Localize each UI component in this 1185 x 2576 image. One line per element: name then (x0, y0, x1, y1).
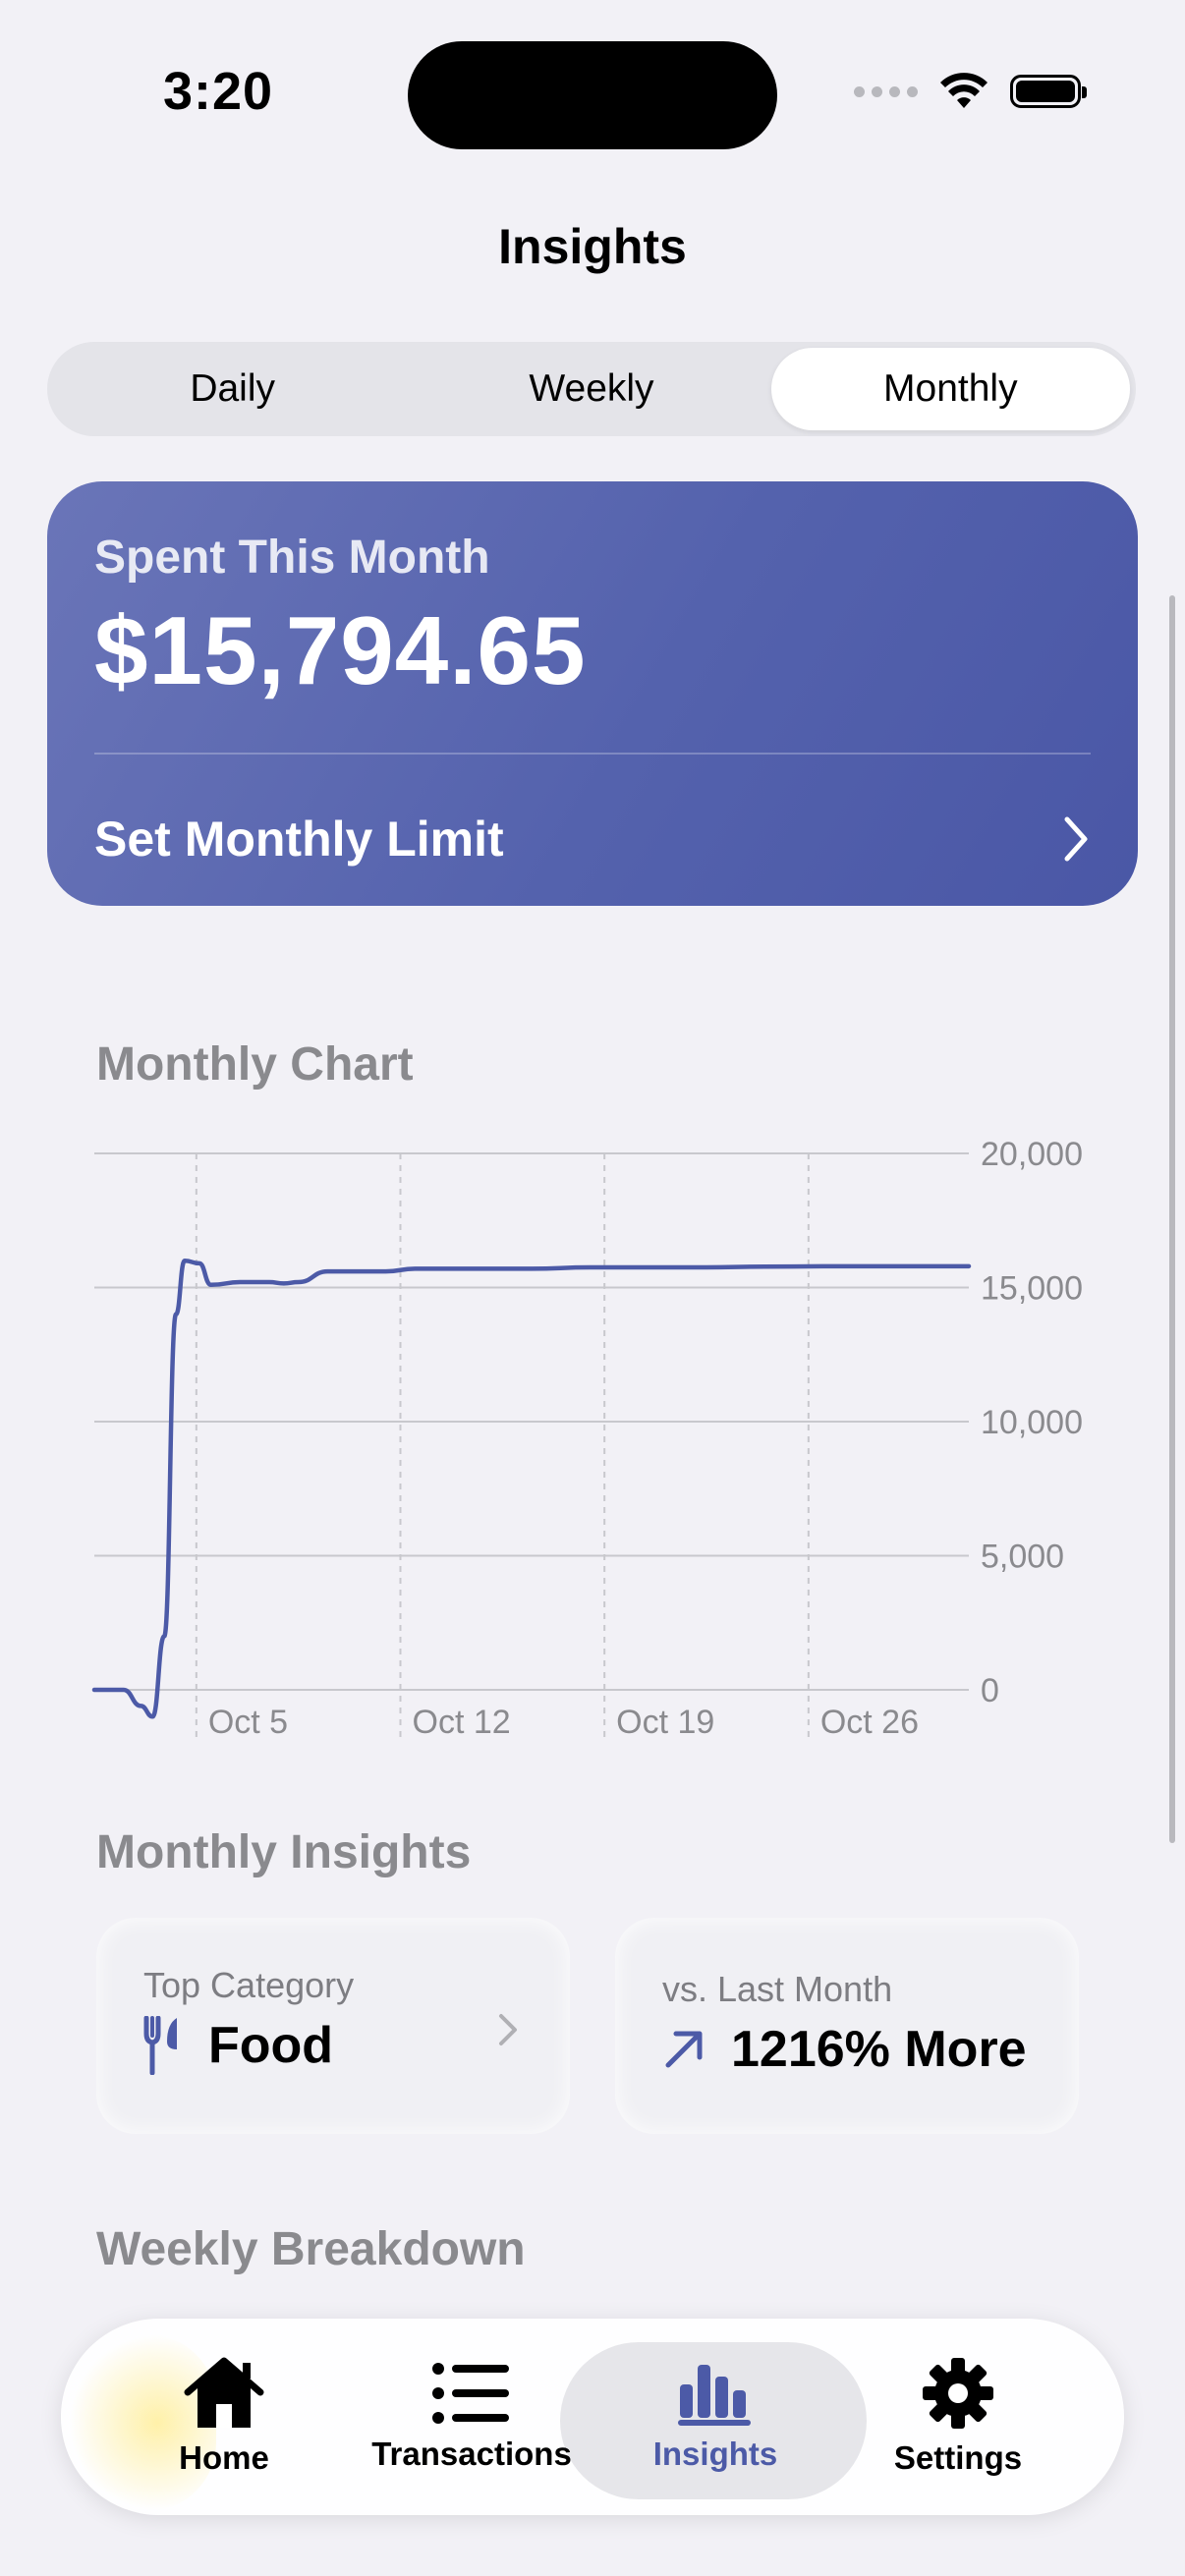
series-line (91, 1258, 972, 1719)
insights-section-title: Monthly Insights (96, 1826, 472, 1878)
tab-transactions[interactable]: Transactions (371, 2319, 572, 2515)
weekly-section-title: Weekly Breakdown (96, 2223, 526, 2275)
list-icon (432, 2363, 509, 2424)
gear-icon (923, 2358, 993, 2429)
top-category-value: Food (208, 2017, 334, 2074)
x-tick-label: Oct 5 (208, 1704, 288, 1741)
status-time: 3:20 (163, 62, 274, 121)
card-divider (94, 753, 1091, 755)
segment-monthly[interactable]: Monthly (770, 348, 1130, 430)
period-segmented-control: Daily Weekly Monthly (47, 342, 1136, 436)
fork-knife-icon (143, 2016, 177, 2075)
wifi-icon (940, 73, 988, 108)
segment-weekly[interactable]: Weekly (412, 348, 770, 430)
tab-insights-label: Insights (652, 2436, 778, 2472)
y-tick-label: 20,000 (981, 1136, 1083, 1173)
vs-last-month-label: vs. Last Month (662, 1969, 893, 2009)
vs-last-month-value: 1216% More (731, 2021, 1027, 2078)
top-category-card[interactable]: Top Category Food (96, 1918, 570, 2134)
chevron-right-icon (1064, 816, 1088, 862)
chart-bar-icon (678, 2365, 751, 2426)
set-limit-row[interactable]: Set Monthly Limit (94, 794, 1091, 884)
set-limit-label: Set Monthly Limit (94, 812, 504, 867)
chart-section-title: Monthly Chart (96, 1038, 414, 1091)
spent-amount: $15,794.65 (94, 596, 587, 704)
top-category-label: Top Category (143, 1965, 355, 2005)
dynamic-island (408, 41, 777, 149)
battery-icon (1010, 75, 1087, 108)
scroll-indicator[interactable] (1169, 595, 1175, 1843)
arrow-up-right-icon (665, 2031, 703, 2068)
y-tick-label: 0 (981, 1672, 999, 1709)
cellular-signal-icon (854, 85, 918, 97)
tab-home[interactable]: Home (145, 2319, 303, 2515)
y-tick-label: 10,000 (981, 1404, 1083, 1441)
segment-daily[interactable]: Daily (53, 348, 412, 430)
tab-settings[interactable]: Settings (884, 2319, 1032, 2515)
x-tick-label: Oct 19 (616, 1704, 714, 1741)
spent-label: Spent This Month (94, 532, 490, 584)
monthly-chart: 0 5,000 10,000 15,000 20,000 Oct 5 Oct 12 Oct … (0, 1120, 1185, 1768)
vs-last-month-value-row: 1216% More (662, 2020, 1027, 2079)
status-icons (854, 73, 1087, 110)
y-tick-label: 15,000 (981, 1270, 1083, 1308)
tab-transactions-label: Transactions (371, 2436, 572, 2472)
tab-settings-label: Settings (893, 2439, 1023, 2476)
chevron-right-icon (499, 2014, 517, 2045)
chart-svg: 0 5,000 10,000 15,000 20,000 Oct 5 Oct 12 Oct … (91, 1136, 1083, 1741)
page-title: Insights (498, 219, 687, 274)
spent-card: Spent This Month $15,794.65 Set Monthly … (47, 481, 1138, 906)
house-icon (184, 2357, 264, 2428)
vs-last-month-card: vs. Last Month 1216% More (615, 1918, 1079, 2134)
top-category-value-row: Food (143, 2016, 333, 2075)
tab-home-label: Home (179, 2439, 269, 2476)
x-tick-label: Oct 26 (820, 1704, 919, 1741)
y-tick-label: 5,000 (981, 1539, 1064, 1576)
x-tick-label: Oct 12 (413, 1704, 511, 1741)
tab-insights[interactable]: Insights (629, 2319, 802, 2515)
